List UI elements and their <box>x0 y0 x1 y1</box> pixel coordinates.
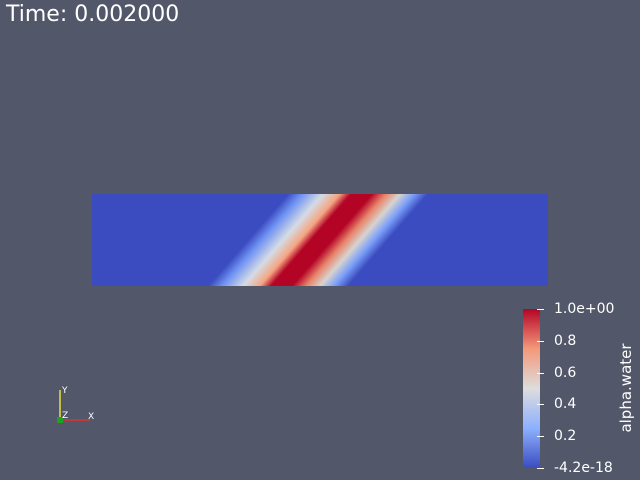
colorbar-tick-label: -4.2e-18 <box>554 460 613 476</box>
y-axis-label: Y <box>61 386 68 396</box>
colorbar-tick-label: 1.0e+00 <box>554 301 615 317</box>
colorbar-tick-mark <box>537 436 544 437</box>
colorbar-tick-mark <box>537 404 544 405</box>
alpha-water-field <box>92 194 548 286</box>
colorbar-tick-mark <box>537 468 544 469</box>
colorbar-scale <box>523 309 540 468</box>
z-axis-label: Z <box>62 411 68 421</box>
orientation-axes-widget: X Y Z <box>57 386 94 423</box>
colorbar-title: alpha.water <box>617 343 635 433</box>
time-annotation: Time: 0.002000 <box>6 2 180 27</box>
render-viewport[interactable]: Time: 0.002000 1.0e+00 0.8 0.6 0.4 0.2 -… <box>0 0 640 480</box>
colorbar-tick-mark <box>537 341 544 342</box>
colorbar-tick-mark <box>537 373 544 374</box>
colorbar-tick-label: 0.2 <box>554 428 577 444</box>
colorbar-tick-label: 0.6 <box>554 365 577 381</box>
colorbar-tick-label: 0.4 <box>554 396 577 412</box>
colorbar-tick-mark <box>537 309 544 310</box>
x-axis-label: X <box>88 412 94 422</box>
colorbar-tick-label: 0.8 <box>554 333 577 349</box>
